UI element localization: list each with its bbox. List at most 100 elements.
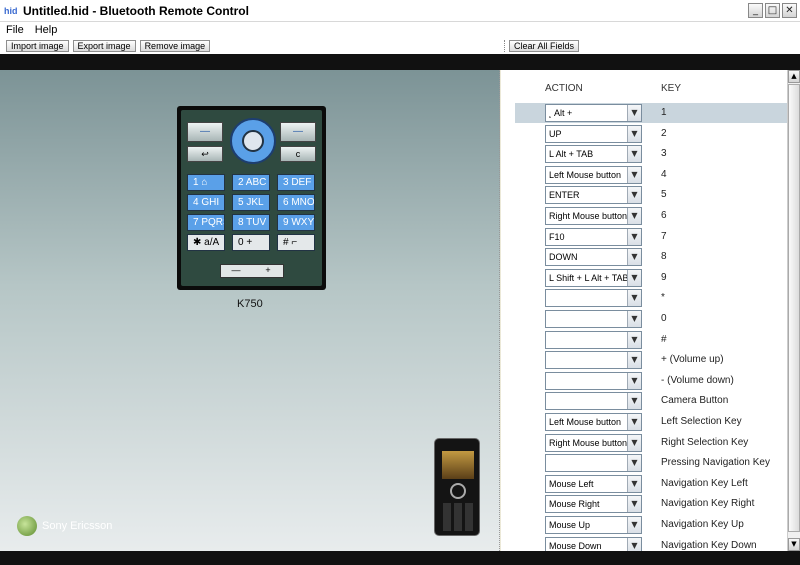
action-dropdown[interactable]: ˛ Alt + ▼: [545, 104, 642, 122]
toolbar: Import image Export image Remove image C…: [0, 38, 800, 54]
right-softkey[interactable]: —: [280, 122, 316, 142]
phone-model-label: K750: [237, 298, 263, 310]
menu-file[interactable]: File: [6, 24, 24, 36]
chevron-down-icon[interactable]: ▼: [627, 455, 641, 472]
phone-key-label: 8: [661, 251, 667, 263]
action-dropdown-value: UP: [549, 128, 562, 139]
phone-key-label: #: [661, 333, 667, 345]
key-column-header: KEY: [661, 83, 682, 94]
action-dropdown[interactable]: ENTER ▼: [545, 186, 642, 205]
chevron-down-icon[interactable]: ▼: [627, 434, 641, 451]
phone-key-label: 6: [661, 210, 667, 221]
chevron-down-icon[interactable]: ▼: [627, 105, 641, 121]
chevron-down-icon[interactable]: ▼: [627, 187, 641, 204]
clear-all-fields-button[interactable]: Clear All Fields: [509, 40, 580, 52]
back-key[interactable]: ↩: [187, 146, 223, 162]
key-1[interactable]: 1 ⌂: [187, 174, 225, 191]
action-dropdown[interactable]: Right Mouse button ▼: [545, 207, 642, 225]
chevron-down-icon[interactable]: ▼: [627, 331, 641, 348]
action-dropdown[interactable]: UP ▼: [545, 124, 642, 143]
action-dropdown[interactable]: ▼: [545, 371, 642, 390]
volume-down-key[interactable]: —: [221, 265, 251, 277]
chevron-down-icon[interactable]: ▼: [627, 146, 641, 163]
action-dropdown[interactable]: Mouse Down ▼: [545, 536, 642, 551]
key-5[interactable]: 5 JKL: [232, 194, 270, 211]
bottom-band: [0, 551, 800, 565]
action-dropdown[interactable]: L Shift + L Alt + TAB ▼: [545, 268, 642, 287]
phone-key-label: Camera Button: [661, 395, 729, 407]
action-dropdown[interactable]: ▼: [545, 330, 642, 349]
action-dropdown[interactable]: Mouse Left ▼: [545, 474, 642, 493]
navigation-key[interactable]: [230, 118, 276, 164]
maximize-button[interactable]: □: [765, 3, 780, 18]
chevron-down-icon[interactable]: ▼: [627, 290, 641, 307]
chevron-down-icon[interactable]: ▼: [627, 517, 641, 533]
chevron-down-icon[interactable]: ▼: [627, 496, 641, 513]
phone-image-pane: — — ↩ c 1 ⌂ 2 ABC 3 DEF 4 GHI 5 JKL 6 MN…: [0, 70, 500, 551]
action-dropdown[interactable]: ▼: [545, 289, 642, 308]
key-6[interactable]: 6 MNO: [277, 194, 315, 211]
scroll-thumb[interactable]: [788, 84, 800, 532]
action-dropdown[interactable]: ▼: [545, 310, 642, 328]
action-dropdown[interactable]: Mouse Right ▼: [545, 495, 642, 514]
scroll-up-icon[interactable]: ▲: [788, 70, 800, 83]
action-dropdown[interactable]: ▼: [545, 454, 642, 473]
key-3[interactable]: 3 DEF: [277, 174, 315, 191]
phone-key-label: Pressing Navigation Key: [661, 457, 770, 469]
action-dropdown[interactable]: Right Mouse button ▼: [545, 433, 642, 452]
mapping-row: Mouse Up ▼ Navigation Key Up: [515, 515, 787, 535]
action-dropdown[interactable]: L Alt + TAB ▼: [545, 145, 642, 164]
mapping-row: Left Mouse button ▼ Left Selection Key: [515, 412, 787, 432]
clear-key[interactable]: c: [280, 146, 316, 162]
mapping-row: ENTER ▼ 5: [515, 185, 787, 205]
chevron-down-icon[interactable]: ▼: [627, 537, 641, 551]
chevron-down-icon[interactable]: ▼: [627, 414, 641, 430]
action-dropdown[interactable]: Mouse Up ▼: [545, 516, 642, 534]
close-button[interactable]: ✕: [782, 3, 797, 18]
action-dropdown[interactable]: Left Mouse button ▼: [545, 165, 642, 184]
key-8[interactable]: 8 TUV: [232, 214, 270, 231]
vertical-scrollbar[interactable]: ▲ ▼: [787, 70, 800, 551]
chevron-down-icon[interactable]: ▼: [627, 269, 641, 286]
chevron-down-icon[interactable]: ▼: [627, 393, 641, 410]
phone-key-label: 9: [661, 271, 667, 283]
action-dropdown[interactable]: F10 ▼: [545, 227, 642, 246]
chevron-down-icon[interactable]: ▼: [627, 311, 641, 327]
export-image-button[interactable]: Export image: [72, 40, 136, 52]
chevron-down-icon[interactable]: ▼: [627, 125, 641, 142]
key-4[interactable]: 4 GHI: [187, 194, 225, 211]
left-softkey[interactable]: —: [187, 122, 223, 142]
action-dropdown[interactable]: ▼: [545, 351, 642, 370]
phone-key-label: Left Selection Key: [661, 416, 742, 427]
chevron-down-icon[interactable]: ▼: [627, 249, 641, 266]
action-dropdown[interactable]: ▼: [545, 392, 642, 411]
mapping-row: Mouse Left ▼ Navigation Key Left: [515, 474, 787, 494]
phone-keypad-image: — — ↩ c 1 ⌂ 2 ABC 3 DEF 4 GHI 5 JKL 6 MN…: [177, 106, 326, 290]
chevron-down-icon[interactable]: ▼: [627, 475, 641, 492]
import-image-button[interactable]: Import image: [6, 40, 69, 52]
scroll-down-icon[interactable]: ▼: [788, 538, 800, 551]
chevron-down-icon[interactable]: ▼: [627, 208, 641, 224]
key-2[interactable]: 2 ABC: [232, 174, 270, 191]
chevron-down-icon[interactable]: ▼: [627, 372, 641, 389]
chevron-down-icon[interactable]: ▼: [627, 228, 641, 245]
phone-key-label: 2: [661, 127, 667, 139]
key-mapping-pane: ACTION KEY ˛ Alt + ▼ 1 UP ▼ 2 L Alt + TAB ▼ 3 Lef…: [501, 70, 787, 551]
volume-up-key[interactable]: +: [253, 265, 283, 277]
key-9[interactable]: 9 WXYZ: [277, 214, 315, 231]
key-0[interactable]: 0 +: [232, 234, 270, 251]
remove-image-button[interactable]: Remove image: [139, 40, 211, 52]
key-7[interactable]: 7 PQRS: [187, 214, 225, 231]
chevron-down-icon[interactable]: ▼: [627, 166, 641, 183]
action-dropdown-value: Mouse Down: [549, 540, 602, 551]
phone-key-label: 4: [661, 168, 667, 180]
key-hash[interactable]: # ⌐: [277, 234, 315, 251]
navigation-center-key[interactable]: [242, 130, 264, 152]
action-dropdown[interactable]: DOWN ▼: [545, 248, 642, 267]
minimize-button[interactable]: _: [748, 3, 763, 18]
action-dropdown[interactable]: Left Mouse button ▼: [545, 413, 642, 431]
action-dropdown-value: Left Mouse button: [549, 417, 622, 427]
key-star[interactable]: ✱ a/A: [187, 234, 225, 251]
chevron-down-icon[interactable]: ▼: [627, 352, 641, 369]
menu-help[interactable]: Help: [35, 24, 58, 36]
